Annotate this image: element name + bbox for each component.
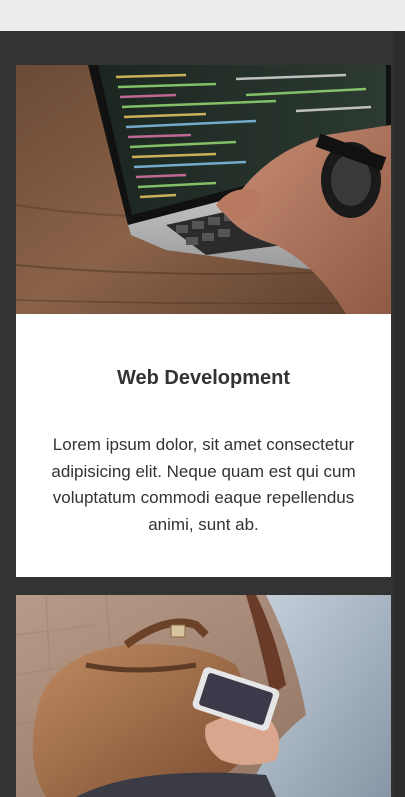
service-card-web-development: Web Development Lorem ipsum dolor, sit a…	[16, 65, 391, 577]
page-scrollbar-track[interactable]	[393, 31, 405, 797]
browser-top-bar	[0, 0, 405, 31]
card-description: Lorem ipsum dolor, sit amet consectetur …	[51, 435, 356, 534]
card-title: Web Development	[117, 367, 290, 389]
laptop-coding-photo	[16, 65, 391, 314]
phone-and-bag-photo	[16, 595, 391, 797]
service-card-2	[16, 595, 391, 797]
